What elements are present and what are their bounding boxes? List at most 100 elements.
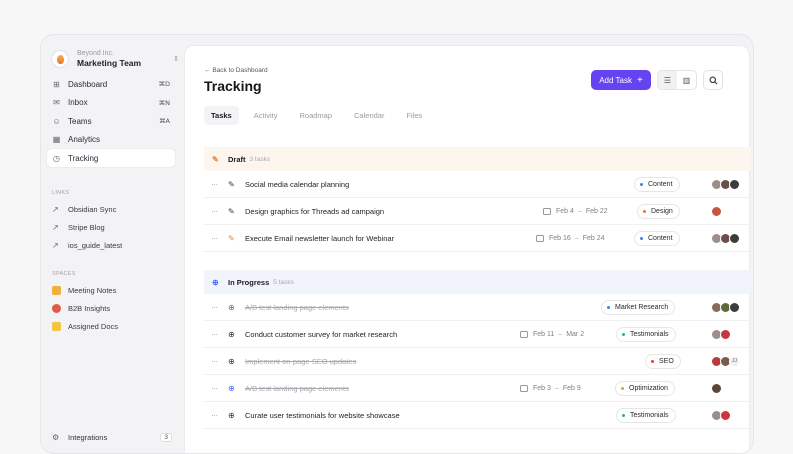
tab-files[interactable]: Files bbox=[399, 106, 429, 125]
assignee-avatars: JJ bbox=[711, 355, 740, 367]
sidebar-item-analytics[interactable]: ▦ Analytics bbox=[47, 131, 175, 149]
task-name: Conduct customer survey for market resea… bbox=[245, 329, 398, 339]
assignee-avatars bbox=[711, 205, 722, 217]
tag-pill: Content bbox=[634, 176, 680, 192]
pencil-icon: ✎ bbox=[228, 179, 235, 189]
more-icon[interactable]: ··· bbox=[211, 234, 225, 243]
tab-tasks[interactable]: Tasks bbox=[204, 106, 239, 125]
avatar bbox=[711, 205, 722, 217]
sidebar-item-teams[interactable]: ☺ Teams ⌘A bbox=[47, 112, 175, 130]
arrow-up-right-icon: ↗ bbox=[52, 240, 59, 250]
analytics-icon: ▦ bbox=[52, 135, 61, 144]
group-header-in-progress[interactable]: ⊕ In Progress 5 tasks bbox=[204, 270, 751, 294]
task-name: Social media calendar planning bbox=[245, 179, 350, 189]
more-icon[interactable]: ··· bbox=[211, 303, 225, 312]
tab-calendar[interactable]: Calendar bbox=[347, 106, 391, 125]
tab-activity[interactable]: Activity bbox=[247, 106, 285, 125]
tag-pill: Optimization bbox=[615, 380, 675, 396]
task-name: Implement on-page SEO updates bbox=[245, 356, 357, 366]
spaces-section-title: SPACES bbox=[52, 271, 76, 277]
table-row[interactable]: ··· ⊕ Implement on-page SEO updates SEO … bbox=[204, 348, 751, 375]
page-title: Tracking bbox=[204, 78, 262, 94]
avatar bbox=[720, 328, 731, 340]
space-item[interactable]: Assigned Docs bbox=[47, 317, 175, 335]
in-progress-icon: ⊕ bbox=[212, 277, 219, 287]
link-item[interactable]: ↗ ios_guide_latest bbox=[47, 236, 175, 254]
table-row[interactable]: ··· ✎ Social media calendar planning Con… bbox=[204, 171, 751, 198]
spaces-list: Meeting Notes B2B Insights Assigned Docs bbox=[47, 281, 175, 335]
link-item[interactable]: ↗ Obsidian Sync bbox=[47, 200, 175, 218]
sidebar-item-integrations[interactable]: ⚙ Integrations 3 bbox=[52, 430, 172, 444]
org-name: Marketing Team bbox=[77, 58, 142, 68]
avatar bbox=[729, 178, 740, 190]
view-toggle: ☰ ▥ bbox=[657, 70, 697, 90]
assignee-avatars bbox=[711, 409, 731, 421]
avatar bbox=[711, 382, 722, 394]
back-link[interactable]: ← Back to Dashboard bbox=[204, 67, 268, 74]
sidebar-item-dashboard[interactable]: ⊞ Dashboard ⌘D bbox=[47, 75, 175, 93]
add-task-button[interactable]: Add Task + bbox=[591, 70, 651, 90]
globe-icon: ⊕ bbox=[228, 302, 235, 312]
main-nav: ⊞ Dashboard ⌘D ✉ Inbox ⌘N ☺ Teams ⌘A ▦ A… bbox=[47, 75, 175, 168]
more-icon[interactable]: ··· bbox=[211, 357, 225, 366]
folder-icon bbox=[52, 321, 61, 331]
more-icon[interactable]: ··· bbox=[211, 180, 225, 189]
pencil-icon: ✎ bbox=[228, 206, 235, 216]
space-item[interactable]: B2B Insights bbox=[47, 299, 175, 317]
plus-icon: + bbox=[636, 74, 643, 86]
table-row[interactable]: ··· ⊕ A/B test landing page elements Feb… bbox=[204, 375, 751, 402]
sidebar-item-label: Tracking bbox=[68, 153, 99, 163]
arrow-up-right-icon: ↗ bbox=[52, 204, 59, 214]
target-icon bbox=[52, 303, 61, 313]
table-row[interactable]: ··· ✎ Execute Email newsletter launch fo… bbox=[204, 225, 751, 252]
sidebar-item-inbox[interactable]: ✉ Inbox ⌘N bbox=[47, 94, 175, 112]
teams-icon: ☺ bbox=[52, 116, 61, 126]
date-range: Feb 11– Mar 2 bbox=[520, 330, 584, 338]
more-icon[interactable]: ··· bbox=[211, 384, 225, 393]
arrow-up-right-icon: ↗ bbox=[52, 222, 59, 232]
search-icon bbox=[709, 76, 717, 84]
list-view-icon[interactable]: ☰ bbox=[658, 71, 677, 89]
more-icon[interactable]: ··· bbox=[211, 207, 225, 216]
more-icon[interactable]: ··· bbox=[211, 330, 225, 339]
tag-pill: Design bbox=[637, 203, 680, 219]
sidebar-item-tracking[interactable]: ◷ Tracking bbox=[47, 149, 175, 167]
integrations-icon: ⚙ bbox=[52, 432, 60, 442]
tracking-icon: ◷ bbox=[53, 153, 60, 163]
shortcut-hint: ⌘A bbox=[159, 117, 170, 125]
avatar bbox=[729, 232, 740, 244]
task-count: 3 tasks bbox=[249, 155, 271, 163]
table-row[interactable]: ··· ⊕ Conduct customer survey for market… bbox=[204, 321, 751, 348]
org-logo bbox=[51, 50, 69, 68]
search-button[interactable] bbox=[703, 70, 723, 90]
shortcut-hint: ⌘D bbox=[158, 80, 170, 88]
board-view-icon[interactable]: ▥ bbox=[677, 71, 696, 89]
assignee-avatars bbox=[711, 232, 740, 244]
globe-icon: ⊕ bbox=[228, 329, 235, 339]
shortcut-hint: ⌘N bbox=[158, 98, 170, 107]
task-name: A/B test landing page elements bbox=[245, 383, 349, 393]
globe-icon: ⊕ bbox=[228, 383, 235, 393]
tag-pill: Content bbox=[634, 230, 680, 246]
sidebar-item-label: Dashboard bbox=[68, 79, 108, 89]
tag-pill: Testimonials bbox=[616, 326, 676, 342]
date-range: Feb 3– Feb 9 bbox=[520, 384, 581, 392]
more-icon[interactable]: ··· bbox=[211, 411, 225, 420]
globe-icon: ⊕ bbox=[228, 356, 235, 366]
main-panel: ← Back to Dashboard Tracking Add Task + … bbox=[184, 45, 751, 453]
table-row[interactable]: ··· ✎ Design graphics for Threads ad cam… bbox=[204, 198, 751, 225]
calendar-icon bbox=[520, 384, 528, 392]
tab-bar: Tasks Activity Roadmap Calendar Files bbox=[204, 106, 437, 125]
table-row[interactable]: ··· ⊕ Curate user testimonials for websi… bbox=[204, 402, 751, 429]
avatar bbox=[729, 301, 740, 313]
task-name: Execute Email newsletter launch for Webi… bbox=[245, 233, 395, 243]
link-item[interactable]: ↗ Stripe Blog bbox=[47, 218, 175, 236]
task-name: Curate user testimonials for website sho… bbox=[245, 410, 400, 420]
sidebar: Beyond Inc. Marketing Team ⇕ ⊞ Dashboard… bbox=[41, 35, 184, 453]
org-switcher[interactable]: Beyond Inc. Marketing Team ⇕ bbox=[51, 45, 179, 73]
date-range: Feb 4– Feb 22 bbox=[543, 207, 608, 215]
tab-roadmap[interactable]: Roadmap bbox=[292, 106, 339, 125]
table-row[interactable]: ··· ⊕ A/B test landing page elements Mar… bbox=[204, 294, 751, 321]
group-header-draft[interactable]: ✎ Draft 3 tasks bbox=[204, 147, 751, 171]
space-item[interactable]: Meeting Notes bbox=[47, 281, 175, 299]
